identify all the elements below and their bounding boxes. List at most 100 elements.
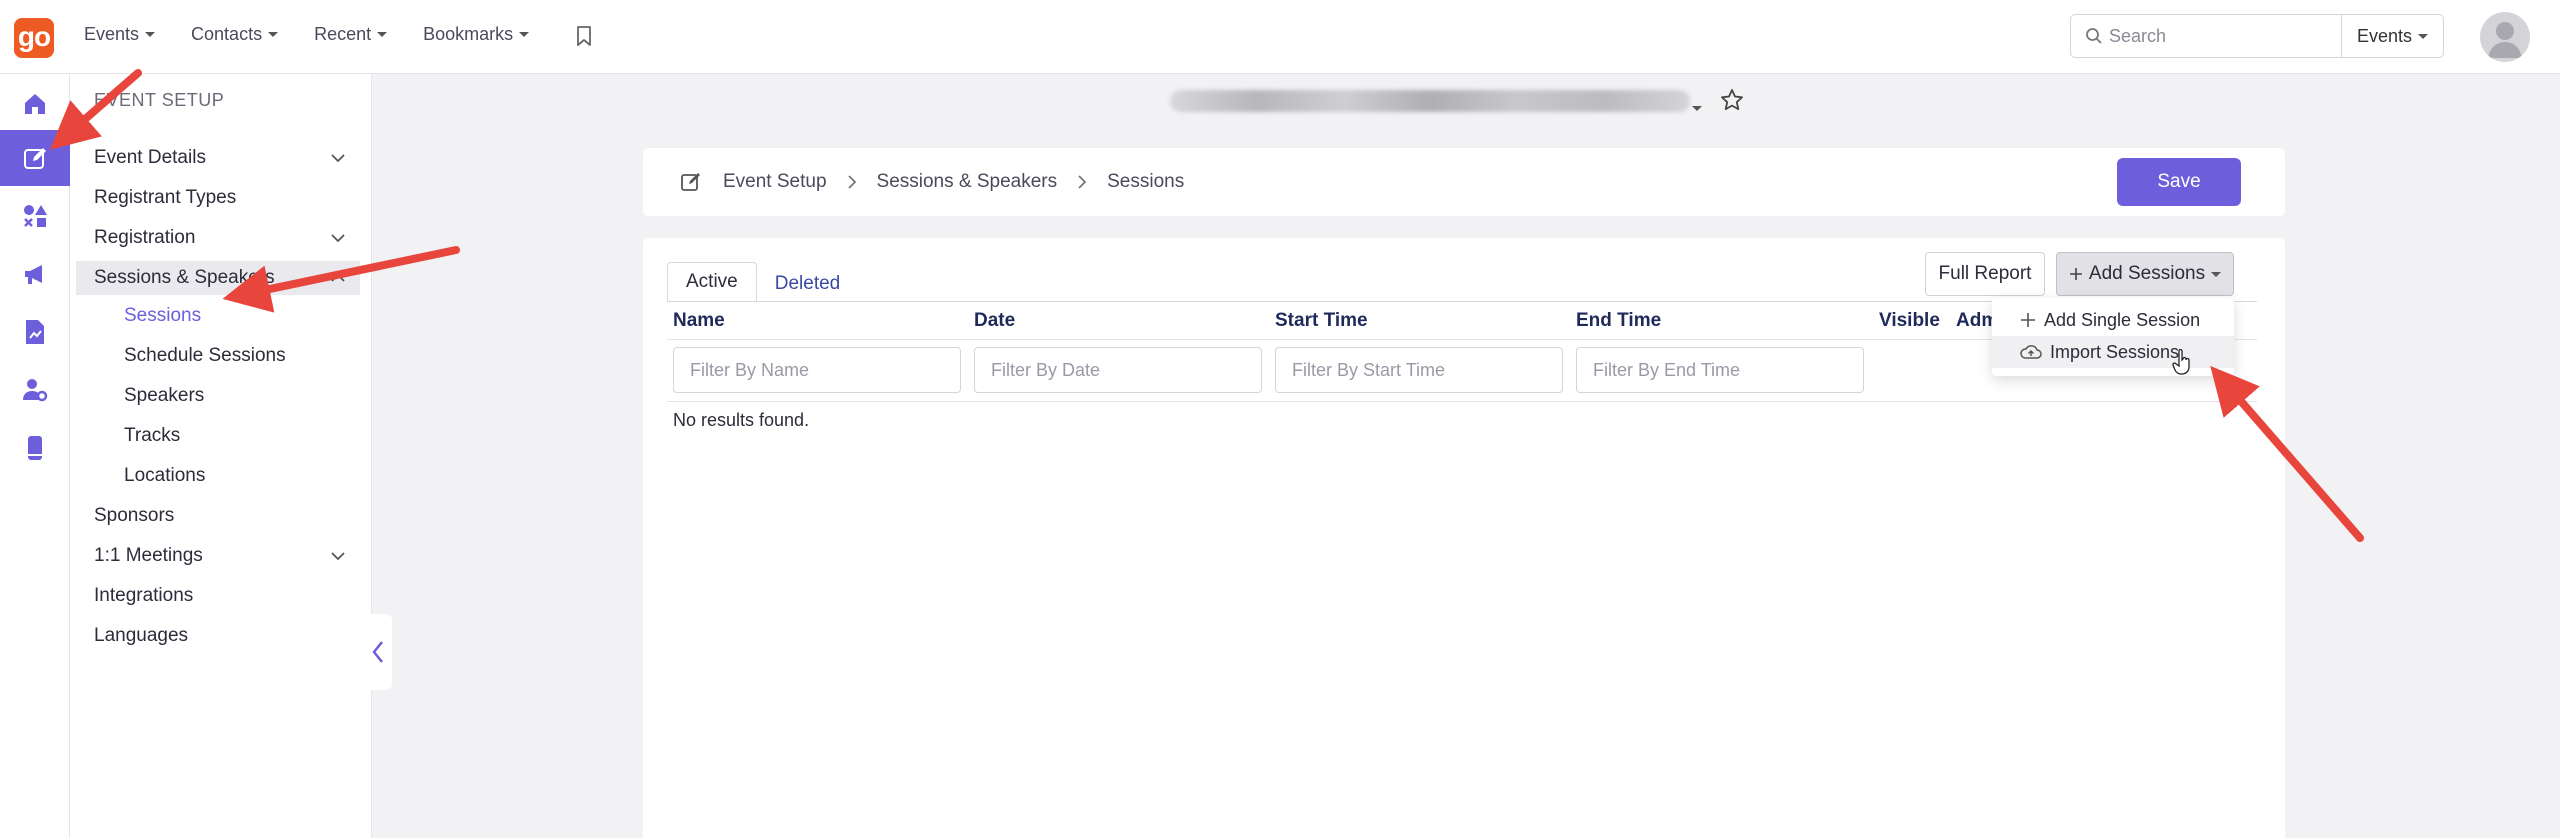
search-input[interactable]: [2109, 25, 2329, 47]
nav-label: Sessions & Speakers: [94, 267, 275, 288]
nav-registration[interactable]: Registration: [76, 221, 360, 255]
nav-contacts[interactable]: Contacts: [191, 24, 279, 45]
cloud-upload-icon: [2020, 345, 2042, 359]
nav-schedule-sessions[interactable]: Schedule Sessions: [76, 339, 360, 373]
nav-recent[interactable]: Recent: [314, 24, 388, 45]
search-scope-label: Events: [2356, 25, 2413, 46]
search-box: [2071, 15, 2341, 57]
nav-sessions-speakers[interactable]: Sessions & Speakers: [76, 261, 360, 295]
search-scope-select[interactable]: Events: [2341, 15, 2443, 57]
nav-label: Integrations: [94, 585, 194, 606]
column-header-start-time[interactable]: Start Time: [1275, 310, 1368, 332]
column-header-end-time[interactable]: End Time: [1576, 310, 1661, 332]
nav-bookmarks[interactable]: Bookmarks: [423, 24, 530, 45]
nav-label: Schedule Sessions: [124, 345, 286, 366]
filter-end-time-input[interactable]: [1576, 347, 1864, 393]
menu-item-import-sessions[interactable]: Import Sessions: [1992, 336, 2234, 368]
nav-heading: EVENT SETUP: [94, 90, 225, 110]
plus-icon: [2069, 268, 2082, 280]
event-name-redacted[interactable]: [1170, 90, 1690, 112]
nav-events[interactable]: Events: [84, 24, 156, 45]
nav-label: Registration: [94, 227, 196, 248]
plus-icon: [2021, 313, 2035, 327]
caret-down-icon: [268, 32, 279, 37]
caret-down-icon: [519, 32, 530, 37]
nav-label: Speakers: [124, 385, 205, 406]
breadcrumb-sessions-speakers[interactable]: Sessions & Speakers: [877, 171, 1058, 193]
rail-item-mobile[interactable]: [0, 420, 70, 476]
hand-cursor-icon: [2172, 348, 2192, 380]
nav-contacts-label: Contacts: [191, 24, 263, 44]
edit-icon: [681, 173, 700, 191]
tab-active[interactable]: Active: [667, 262, 757, 302]
full-report-button[interactable]: Full Report: [1925, 252, 2045, 296]
save-button[interactable]: Save: [2117, 158, 2241, 206]
user-settings-icon: [23, 379, 48, 402]
nav-label: 1:1 Meetings: [94, 545, 203, 566]
filter-date-input[interactable]: [974, 347, 1262, 393]
home-icon: [25, 94, 45, 114]
nav-sponsors[interactable]: Sponsors: [76, 499, 360, 533]
nav-label: Languages: [94, 625, 189, 646]
favorite-star-icon[interactable]: [1720, 88, 1744, 117]
chevron-down-icon: [331, 154, 345, 163]
column-header-name[interactable]: Name: [673, 310, 725, 332]
breadcrumb: Event Setup Sessions & Speakers Sessions: [679, 170, 1184, 194]
chevron-down-icon: [331, 234, 345, 243]
rail-item-users[interactable]: [0, 362, 70, 418]
nav-registrant-types[interactable]: Registrant Types: [76, 181, 360, 215]
menu-item-label: Add Single Session: [2044, 309, 2201, 330]
menu-item-add-single-session[interactable]: Add Single Session: [1992, 304, 2234, 336]
avatar[interactable]: [2480, 12, 2530, 62]
nav-tracks[interactable]: Tracks: [76, 419, 360, 453]
empty-message: No results found.: [673, 410, 810, 430]
rail-item-marketing[interactable]: [0, 246, 70, 302]
caret-down-icon: [2418, 33, 2429, 39]
shapes-icon: [24, 205, 47, 227]
chevron-up-icon: [331, 273, 345, 282]
nav-bookmarks-label: Bookmarks: [423, 24, 514, 44]
filter-name-input[interactable]: [673, 347, 961, 393]
filter-start-time-input[interactable]: [1275, 347, 1563, 393]
event-setup-nav: EVENT SETUP Event Details Registrant Typ…: [70, 74, 372, 838]
nav-locations[interactable]: Locations: [76, 459, 360, 493]
nav-integrations[interactable]: Integrations: [76, 579, 360, 613]
app-logo[interactable]: go: [14, 18, 54, 58]
nav-label: Tracks: [124, 425, 181, 446]
chevron-left-icon: [372, 641, 383, 663]
filter-divider: [667, 401, 2257, 402]
event-select-caret[interactable]: [1692, 98, 1702, 116]
add-sessions-button[interactable]: Add Sessions: [2056, 252, 2234, 296]
column-header-visible[interactable]: Visible: [1879, 310, 1940, 332]
rail-item-design[interactable]: [0, 188, 70, 244]
chevron-right-icon: [847, 175, 856, 189]
top-nav: Events Contacts Recent Bookmarks: [84, 24, 530, 45]
event-title: [1170, 88, 1690, 114]
nav-label: Locations: [124, 465, 206, 486]
nav-recent-label: Recent: [314, 24, 372, 44]
rail-item-reports[interactable]: [0, 304, 70, 360]
nav-sessions[interactable]: Sessions: [76, 299, 360, 333]
report-icon: [26, 320, 44, 344]
caret-down-icon: [1692, 106, 1702, 111]
caret-down-icon: [377, 32, 388, 37]
bookmark-icon[interactable]: [574, 25, 594, 52]
caret-down-icon: [145, 32, 156, 37]
nav-label: Sponsors: [94, 505, 175, 526]
collapse-sidebar-button[interactable]: [364, 614, 392, 690]
nav-languages[interactable]: Languages: [76, 619, 360, 653]
nav-events-label: Events: [84, 24, 140, 44]
mobile-icon: [28, 436, 42, 460]
column-header-date[interactable]: Date: [974, 310, 1015, 332]
rail-item-home[interactable]: [0, 76, 70, 132]
nav-event-details[interactable]: Event Details: [76, 141, 360, 175]
rail-item-event-setup[interactable]: [0, 130, 70, 186]
breadcrumb-event-setup[interactable]: Event Setup: [723, 171, 827, 193]
chevron-down-icon: [331, 552, 345, 561]
caret-down-icon: [2211, 271, 2222, 277]
top-bar: go Events Contacts Recent Bookmarks Even…: [0, 0, 2560, 74]
nav-speakers[interactable]: Speakers: [76, 379, 360, 413]
nav-meetings[interactable]: 1:1 Meetings: [76, 539, 360, 573]
edit-icon: [24, 148, 46, 169]
tab-deleted[interactable]: Deleted: [757, 262, 859, 302]
